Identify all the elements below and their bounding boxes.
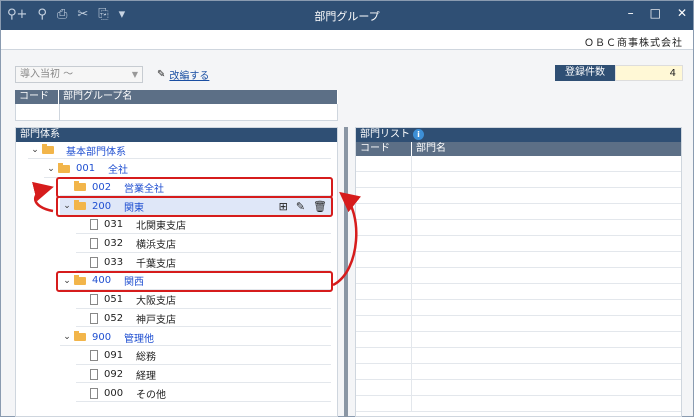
move-arrows: [32, 181, 361, 287]
app-window: ⚲+ ⚲ ⎙ ✂ ⎘ ▾ 部門グループ – □ ✕ ＯＢＣ商事株式会社 導入当初…: [0, 0, 694, 417]
arrow-right: [332, 191, 361, 287]
arrow-left: [32, 181, 54, 213]
